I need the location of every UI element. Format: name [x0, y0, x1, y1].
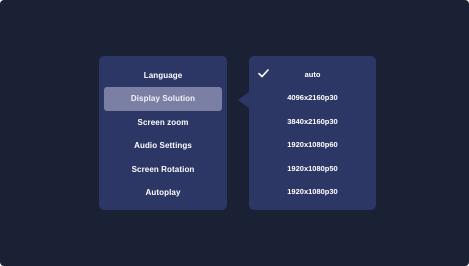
menu-item-screen-zoom[interactable]: Screen zoom [104, 111, 222, 134]
option-1920x1080p30[interactable]: 1920x1080p30 [249, 180, 376, 203]
option-4096x2160p30[interactable]: 4096x2160p30 [249, 86, 376, 109]
option-label: 1920x1080p60 [287, 140, 338, 150]
option-label: 1920x1080p30 [287, 186, 338, 196]
option-3840x2160p30[interactable]: 3840x2160p30 [249, 110, 376, 133]
menu-item-language[interactable]: Language [104, 64, 222, 87]
menu-item-display-solution[interactable]: Display Solution [104, 87, 222, 111]
option-label: 4096x2160p30 [287, 93, 338, 103]
option-1920x1080p60[interactable]: 1920x1080p60 [249, 133, 376, 156]
menu-item-audio-settings[interactable]: Audio Settings [104, 134, 222, 157]
menu-item-autoplay[interactable]: Autoplay [104, 181, 222, 204]
settings-menu: Language Display Solution Screen zoom Au… [99, 56, 227, 210]
checkmark-icon [258, 63, 270, 86]
submenu-pointer-arrow [238, 92, 249, 108]
display-solution-options: auto 4096x2160p30 3840x2160p30 1920x1080… [249, 56, 376, 210]
option-label: 3840x2160p30 [287, 116, 338, 126]
settings-screen: Language Display Solution Screen zoom Au… [0, 0, 469, 266]
option-auto[interactable]: auto [249, 63, 376, 86]
option-label: auto [304, 70, 321, 79]
menu-item-screen-rotation[interactable]: Screen Rotation [104, 158, 222, 181]
option-1920x1080p50[interactable]: 1920x1080p50 [249, 157, 376, 180]
option-label: 1920x1080p50 [287, 163, 338, 173]
